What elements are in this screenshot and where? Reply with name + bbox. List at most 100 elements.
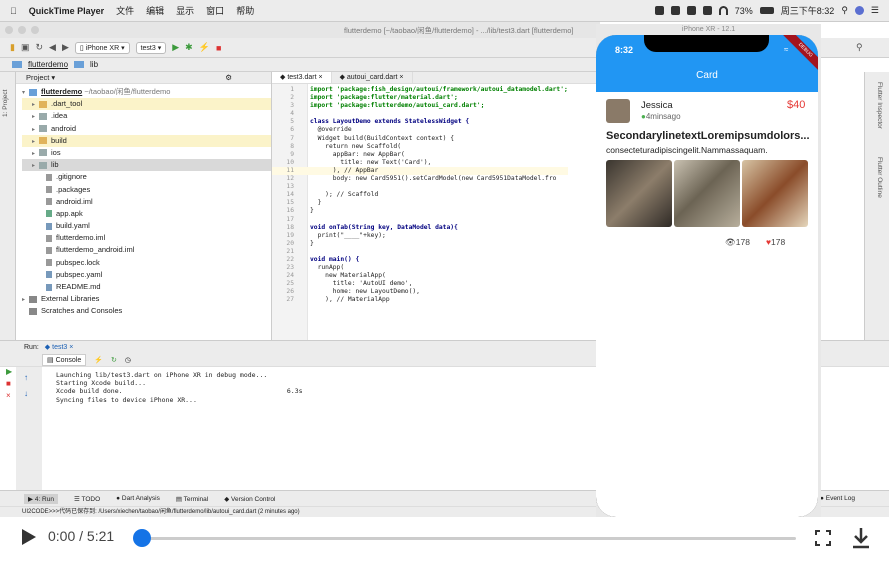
product-photo[interactable] [742,160,808,227]
run-icon[interactable]: ▶ [172,42,179,53]
code-line[interactable]: 21 [272,248,568,256]
likes-count[interactable]: ♥178 [766,237,785,248]
views-count[interactable]: 👁178 [725,237,750,248]
battery-icon[interactable] [759,7,774,14]
apple-icon[interactable]:  [10,6,17,16]
window-close-icon[interactable] [5,26,13,34]
back-icon[interactable]: ◀ [49,42,56,53]
app-name-menu[interactable]: QuickTime Player [29,6,104,16]
breadcrumb-lib[interactable]: lib [90,60,98,69]
project-tool-tab[interactable]: 1: Project [2,90,9,117]
window-minimize-icon[interactable] [18,26,26,34]
flutter-outline-tab[interactable]: Flutter Outline [876,157,883,198]
product-photo[interactable] [606,160,672,227]
code-line[interactable]: 17 [272,216,568,224]
tree-item[interactable]: ▸ build [22,134,271,147]
code-line[interactable]: 8 return new Scaffold( [272,143,568,151]
menu-file[interactable]: 文件 [116,4,134,17]
tree-root[interactable]: ▾ flutterdemo ~/taobao/闲鱼/flutterdemo [22,86,271,98]
menu-edit[interactable]: 编辑 [146,4,164,17]
debug-icon[interactable]: ✱ [185,42,193,53]
tree-item[interactable]: ▸ ios [22,147,271,159]
search-everywhere-icon[interactable]: ⚲ [856,42,863,53]
code-line[interactable]: 14 ); // Scaffold [272,191,568,199]
tray-icon[interactable] [654,6,664,15]
run-config-tab[interactable]: ◆ test3 × [45,343,74,351]
run-tool-button[interactable]: ▶ 4: Run [24,493,58,504]
code-line[interactable]: 22 void main() { [272,256,568,264]
search-icon[interactable]: ⚲ [841,5,848,16]
rerun-icon[interactable]: ▶ [6,367,12,376]
code-line[interactable]: 11 ), // AppBar [272,166,568,176]
menu-view[interactable]: 显示 [176,4,194,17]
code-line[interactable]: 20} [272,240,568,248]
tree-item[interactable]: .packages [22,184,271,196]
project-view-selector[interactable]: Project [26,73,49,82]
console-output[interactable]: Launching lib/test3.dart on iPhone XR in… [56,371,303,404]
code-line[interactable]: 1 import 'package:fish_design/autoui/fram… [272,86,568,94]
tree-item[interactable]: android.iml [22,196,271,208]
code-editor[interactable]: ◆ test3.dart × ◆ autoui_card.dart × 1 imp… [272,72,600,340]
tray-icon[interactable] [670,6,680,15]
code-line[interactable]: 25 title: 'AutoUI demo', [272,280,568,288]
iphone-screen[interactable]: 8:32 ≈ Card DEBUG Jessica ●4minsago $40 … [596,35,818,517]
tree-item[interactable]: ▸ .idea [22,110,271,122]
tree-item[interactable]: .gitignore [22,171,271,183]
hot-reload-icon[interactable]: ⚡ [94,356,103,364]
video-progress-track[interactable] [136,537,796,540]
tray-icon[interactable] [686,6,696,15]
down-arrow-icon[interactable]: ↓ [24,389,28,398]
tree-item[interactable]: Scratches and Consoles [22,305,271,317]
code-line[interactable]: 27 ), // MaterialApp [272,296,568,304]
code-line[interactable]: 3 import 'package:flutterdemo/autoui_card… [272,102,568,110]
feed-card[interactable]: Jessica ●4minsago $40 SecondarylinetextL… [596,96,818,256]
code-line[interactable]: 6 @override [272,126,568,134]
hot-reload-icon[interactable]: ⚡ [199,42,210,53]
save-icon[interactable]: ▣ [21,42,30,53]
tree-item[interactable]: pubspec.lock [22,257,271,269]
sync-icon[interactable]: ↻ [35,42,43,53]
code-line[interactable]: 5 class LayoutDemo extends StatelessWidge… [272,118,568,126]
devtools-icon[interactable]: ◷ [125,356,131,364]
code-line[interactable]: 24 new MaterialApp( [272,272,568,280]
tree-item[interactable]: app.apk [22,208,271,220]
code-line[interactable]: 9 appBar: new AppBar( [272,151,568,159]
console-tab[interactable]: ▤ Console [42,353,87,366]
tab-autoui-card[interactable]: ◆ autoui_card.dart × [332,72,413,83]
tree-item[interactable]: pubspec.yaml [22,269,271,281]
stop-icon[interactable]: ■ [216,43,221,53]
code-line[interactable]: 15 } [272,199,568,207]
todo-tool-button[interactable]: ☰ TODO [74,495,100,503]
settings-icon[interactable]: ⚙ [225,73,232,82]
tree-item[interactable]: ▸ External Libraries [22,293,271,305]
video-progress-knob[interactable] [133,529,151,547]
play-icon[interactable] [22,529,36,545]
forward-icon[interactable]: ▶ [62,42,69,53]
code-line[interactable]: 18 void onTab(String key, DataModel data)… [272,224,568,232]
code-line[interactable]: 7 Widget build(BuildContext context) { [272,135,568,143]
flutter-inspector-tab[interactable]: Flutter Inspector [876,82,883,129]
wifi-icon[interactable] [718,6,728,15]
run-config-selector[interactable]: test3 ▾ [135,41,167,54]
breadcrumb-project[interactable]: flutterdemo [28,60,68,69]
device-selector[interactable]: ▯ iPhone XR ▾ [74,41,130,54]
tray-icon[interactable] [702,6,712,15]
code-line[interactable]: 23 runApp( [272,264,568,272]
stop-icon[interactable]: ■ [6,379,11,388]
up-arrow-icon[interactable]: ↑ [24,373,28,382]
menubar-clock[interactable]: 周三下午8:32 [781,4,835,17]
tree-item[interactable]: ▸ lib [22,159,271,172]
terminal-tool-button[interactable]: ▤ Terminal [176,495,208,503]
code-line[interactable]: 12 body: new Card5951().setCardModel(new… [272,175,568,183]
menu-help[interactable]: 帮助 [236,4,254,17]
menu-window[interactable]: 窗口 [206,4,224,17]
event-log-tool-button[interactable]: ● Event Log [820,495,855,502]
code-line[interactable]: 16} [272,207,568,215]
product-photo[interactable] [674,160,740,227]
code-line[interactable]: 13 [272,183,568,191]
window-zoom-icon[interactable] [31,26,39,34]
tree-item[interactable]: build.yaml [22,220,271,232]
tab-test3[interactable]: ◆ test3.dart × [272,72,332,83]
tree-item[interactable]: ▸ android [22,123,271,135]
tree-item[interactable]: README.md [22,281,271,293]
